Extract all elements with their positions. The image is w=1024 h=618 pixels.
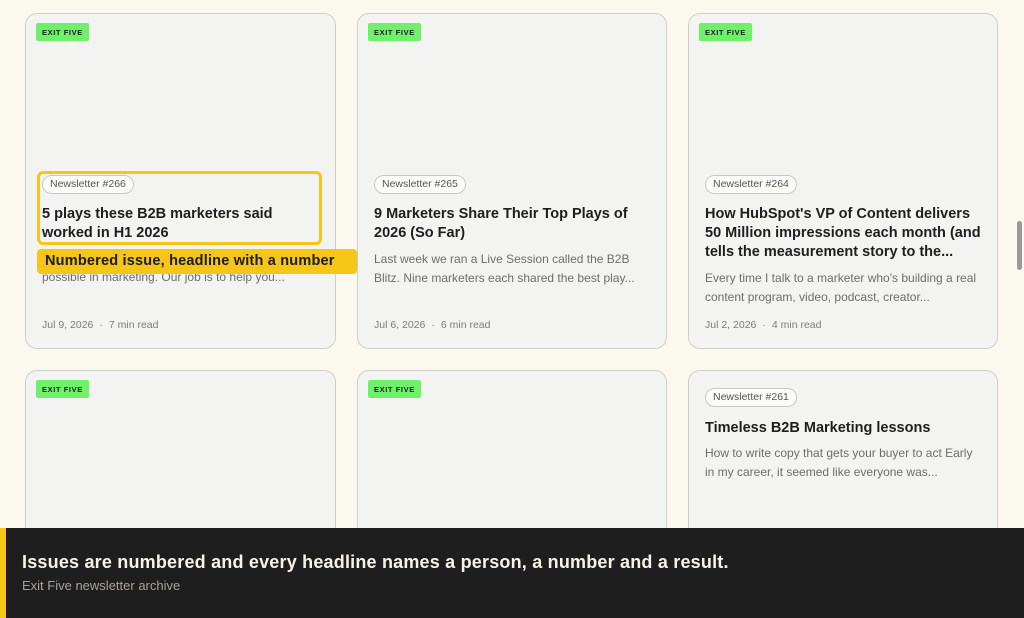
- annotation-callout: Numbered issue, headline with a number: [37, 249, 357, 274]
- card-date: Jul 2, 2026: [705, 319, 757, 331]
- issue-badge: Newsletter #265: [374, 175, 466, 194]
- scrollbar-thumb[interactable]: [1017, 221, 1022, 270]
- meta-separator: ·: [431, 319, 435, 331]
- card-read-time: 6 min read: [440, 319, 491, 331]
- banner-accent-bar: [0, 528, 6, 618]
- card-date: Jul 9, 2026: [42, 319, 94, 331]
- card-excerpt: Last week we ran a Live Session called t…: [374, 252, 635, 285]
- issue-badge: Newsletter #261: [705, 388, 797, 407]
- meta-separator: ·: [762, 319, 766, 331]
- exit-five-tag: EXIT FIVE: [36, 380, 89, 398]
- exit-five-tag: EXIT FIVE: [699, 23, 752, 41]
- exit-five-tag: EXIT FIVE: [368, 23, 421, 41]
- issue-badge: Newsletter #264: [705, 175, 797, 194]
- highlight-box: [37, 171, 322, 245]
- card-read-time: 7 min read: [108, 319, 159, 331]
- card-title[interactable]: How HubSpot's VP of Content delivers 50 M…: [705, 205, 981, 262]
- card-excerpt: How to write copy that gets your buyer t…: [705, 446, 973, 479]
- caption-banner: Issues are numbered and every headline n…: [0, 528, 1024, 618]
- exit-five-tag: EXIT FIVE: [36, 23, 89, 41]
- card-meta: Jul 6, 2026 · 6 min read: [374, 319, 490, 332]
- meta-separator: ·: [99, 319, 103, 331]
- card-read-time: 4 min read: [771, 319, 822, 331]
- card-title[interactable]: Timeless B2B Marketing lessons: [705, 419, 930, 438]
- card-date: Jul 6, 2026: [374, 319, 426, 331]
- newsletter-card-265[interactable]: EXIT FIVE Newsletter #265 9 Marketers Sh…: [357, 13, 667, 349]
- exit-five-tag: EXIT FIVE: [368, 380, 421, 398]
- newsletter-card-264[interactable]: EXIT FIVE Newsletter #264 How HubSpot's …: [688, 13, 998, 349]
- card-meta: Jul 9, 2026 · 7 min read: [42, 319, 158, 332]
- card-excerpt: Every time I talk to a marketer who's bu…: [705, 271, 977, 304]
- card-title[interactable]: 9 Marketers Share Their Top Plays of 2026…: [374, 205, 628, 243]
- banner-subtitle: Exit Five newsletter archive: [22, 578, 181, 593]
- banner-title: Issues are numbered and every headline n…: [22, 552, 729, 572]
- card-meta: Jul 2, 2026 · 4 min read: [705, 319, 821, 332]
